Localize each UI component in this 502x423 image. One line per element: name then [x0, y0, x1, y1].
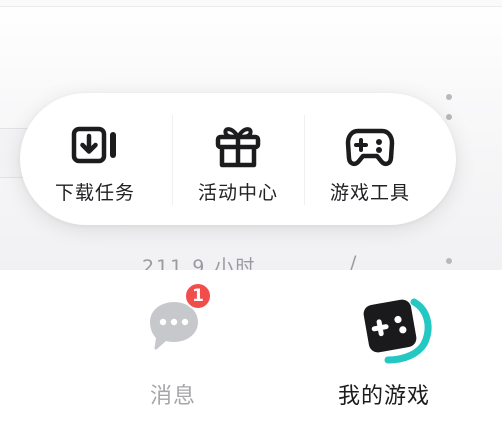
download-task-label: 下载任务	[54, 182, 135, 204]
tab-messages[interactable]: 1 消息	[118, 270, 238, 423]
top-divider	[0, 0, 502, 7]
gamepad-icon	[345, 128, 395, 167]
gift-icon	[215, 127, 261, 168]
tab-my-games-label: 我的游戏	[338, 384, 431, 409]
quick-actions-popup: 下载任务 活动中心 游戏工具	[20, 93, 456, 225]
scroll-dot	[446, 258, 452, 264]
game-tools-label: 游戏工具	[329, 182, 410, 204]
scroll-dot	[446, 114, 452, 120]
unread-badge: 1	[184, 282, 212, 310]
activity-center-label: 活动中心	[197, 182, 278, 204]
download-task-icon	[71, 126, 116, 164]
scroll-dot	[446, 94, 452, 100]
tab-messages-label: 消息	[150, 384, 197, 409]
activity-center-button[interactable]: 活动中心	[173, 93, 303, 225]
download-task-button[interactable]: 下载任务	[30, 93, 160, 225]
game-tools-button[interactable]: 游戏工具	[305, 93, 435, 225]
tab-my-games[interactable]: 我的游戏	[330, 270, 460, 423]
my-games-icon	[363, 298, 432, 364]
bottom-navigation: 1 消息 我的游戏	[0, 270, 502, 423]
